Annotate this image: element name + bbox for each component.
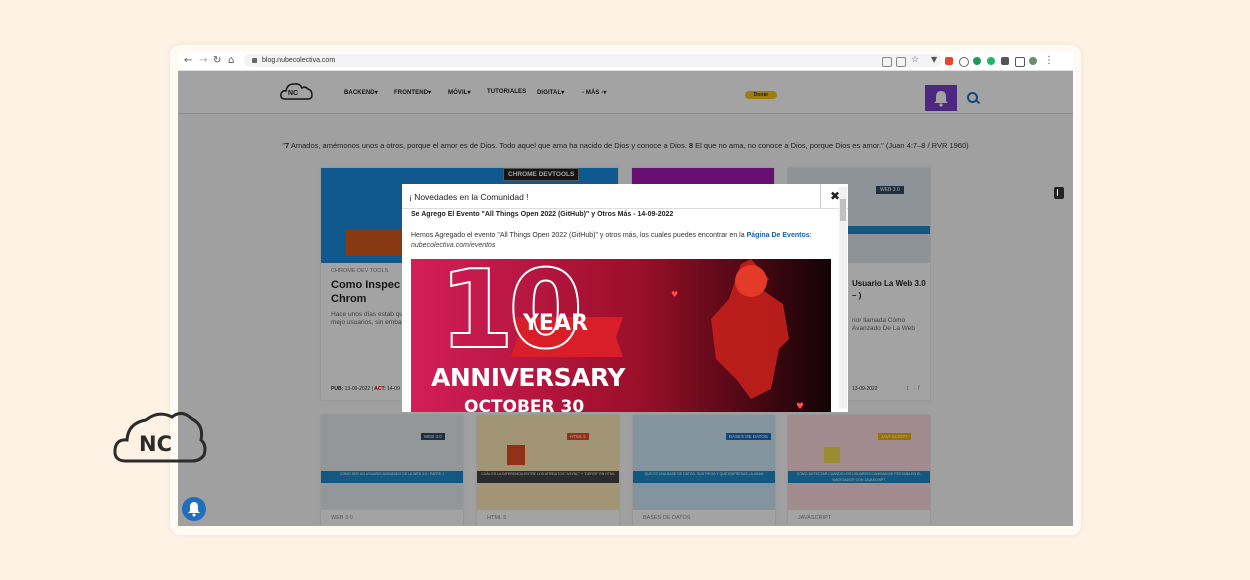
modal-title: ¡ Novedades en la Comunidad ! (409, 192, 529, 202)
reload-icon[interactable]: ↻ (213, 54, 221, 68)
panel-icon[interactable] (1015, 57, 1025, 67)
modal-divider (402, 208, 848, 209)
poster-date-label: OCTOBER 30 (464, 397, 585, 412)
extension-red-icon[interactable] (945, 57, 953, 65)
modal-body-text: Hemos Agregado el evento "All Things Ope… (411, 232, 812, 249)
puzzle-extensions-icon[interactable] (1001, 57, 1009, 65)
anniversary-poster: ♥ ♥ 10 YEAR ANNIVERSARY OCTOBER 30 (411, 259, 831, 412)
chevron-left-icon (1057, 189, 1061, 196)
news-modal: ¡ Novedades en la Comunidad ! ✖ Se Agreg… (402, 184, 848, 412)
heart-icon-2: ♥ (796, 402, 804, 412)
share-icon[interactable] (896, 57, 906, 67)
forward-arrow-icon[interactable]: → (199, 54, 207, 68)
home-icon[interactable]: ⌂ (228, 54, 234, 68)
google-lens-icon[interactable] (882, 57, 892, 67)
extension-green-icon[interactable] (973, 57, 981, 65)
events-url: nubecolectiva.com/eventos (411, 242, 496, 249)
browser-window: ← → ↻ ⌂ blog.nubecolectiva.com ☆ ▼ ⋮ NC … (178, 52, 1073, 526)
bell-icon (188, 502, 200, 517)
poster-year-label: YEAR (523, 311, 588, 336)
url-field[interactable]: blog.nubecolectiva.com (244, 54, 942, 67)
poster-anniversary-label: ANNIVERSARY (431, 363, 626, 392)
back-arrow-icon[interactable]: ← (184, 54, 192, 68)
floating-logo-text: NC (139, 432, 172, 456)
extension-block-icon[interactable] (959, 57, 969, 67)
filter-icon[interactable]: ▼ (931, 53, 937, 67)
events-page-link[interactable]: Página De Eventos (747, 232, 810, 239)
side-collapse-tab[interactable] (1054, 187, 1064, 199)
extension-grammarly-icon[interactable] (987, 57, 995, 65)
floating-notification-button[interactable] (182, 497, 206, 521)
browser-address-bar: ← → ↻ ⌂ blog.nubecolectiva.com ☆ ▼ ⋮ (178, 52, 1073, 71)
profile-avatar-icon[interactable] (1029, 57, 1037, 65)
bookmark-star-icon[interactable]: ☆ (911, 53, 919, 67)
lock-icon (252, 57, 257, 63)
modal-scrollbar[interactable] (839, 187, 847, 409)
astronaut-helmet (735, 265, 767, 297)
heart-icon: ♥ (671, 290, 678, 299)
kebab-menu-icon[interactable]: ⋮ (1044, 54, 1054, 68)
modal-subtitle: Se Agrego El Evento "All Things Open 202… (411, 211, 674, 218)
url-text: blog.nubecolectiva.com (262, 57, 336, 64)
modal-scrollbar-thumb[interactable] (840, 199, 846, 221)
